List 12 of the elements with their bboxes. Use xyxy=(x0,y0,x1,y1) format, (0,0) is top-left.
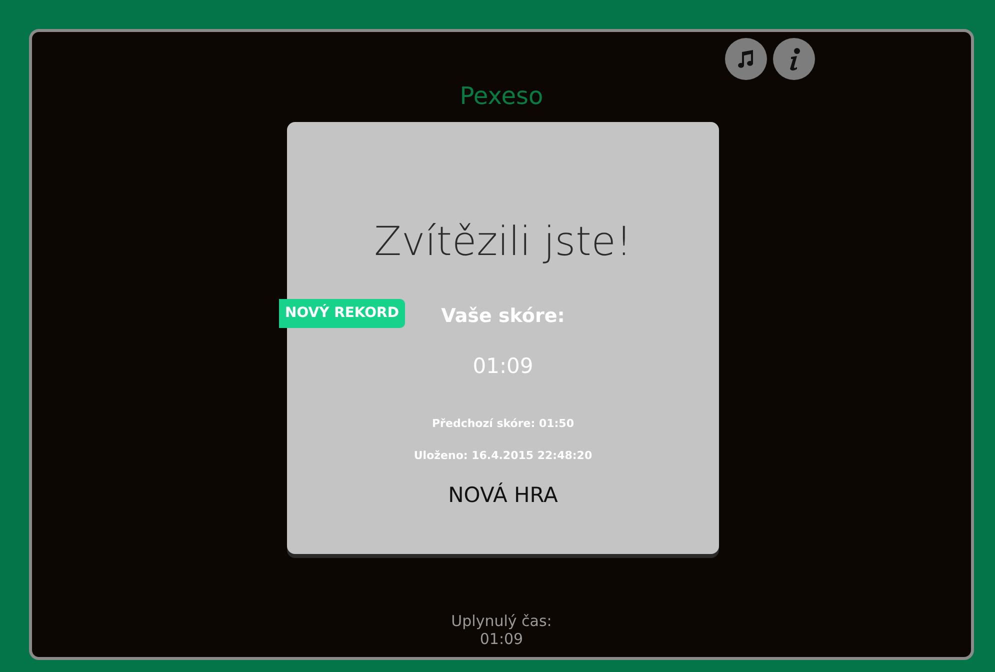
info-icon[interactable] xyxy=(773,38,815,80)
saved-date: Uloženo: 16.4.2015 22:48:20 xyxy=(414,448,592,464)
score-label: Vaše skóre: xyxy=(441,304,565,329)
elapsed-time: 01:09 xyxy=(480,630,524,648)
score-value: 01:09 xyxy=(472,352,534,380)
record-badge: NOVÝ REKORD xyxy=(279,299,405,328)
elapsed-label: Uplynulý čas: xyxy=(451,612,552,630)
music-icon[interactable] xyxy=(725,38,767,80)
previous-score: Předchozí skóre: 01:50 xyxy=(432,416,574,432)
game-title: Pexeso xyxy=(460,82,544,110)
win-heading: Zvítězili jste! xyxy=(374,218,632,267)
new-game-button[interactable]: NOVÁ HRA xyxy=(444,480,562,512)
